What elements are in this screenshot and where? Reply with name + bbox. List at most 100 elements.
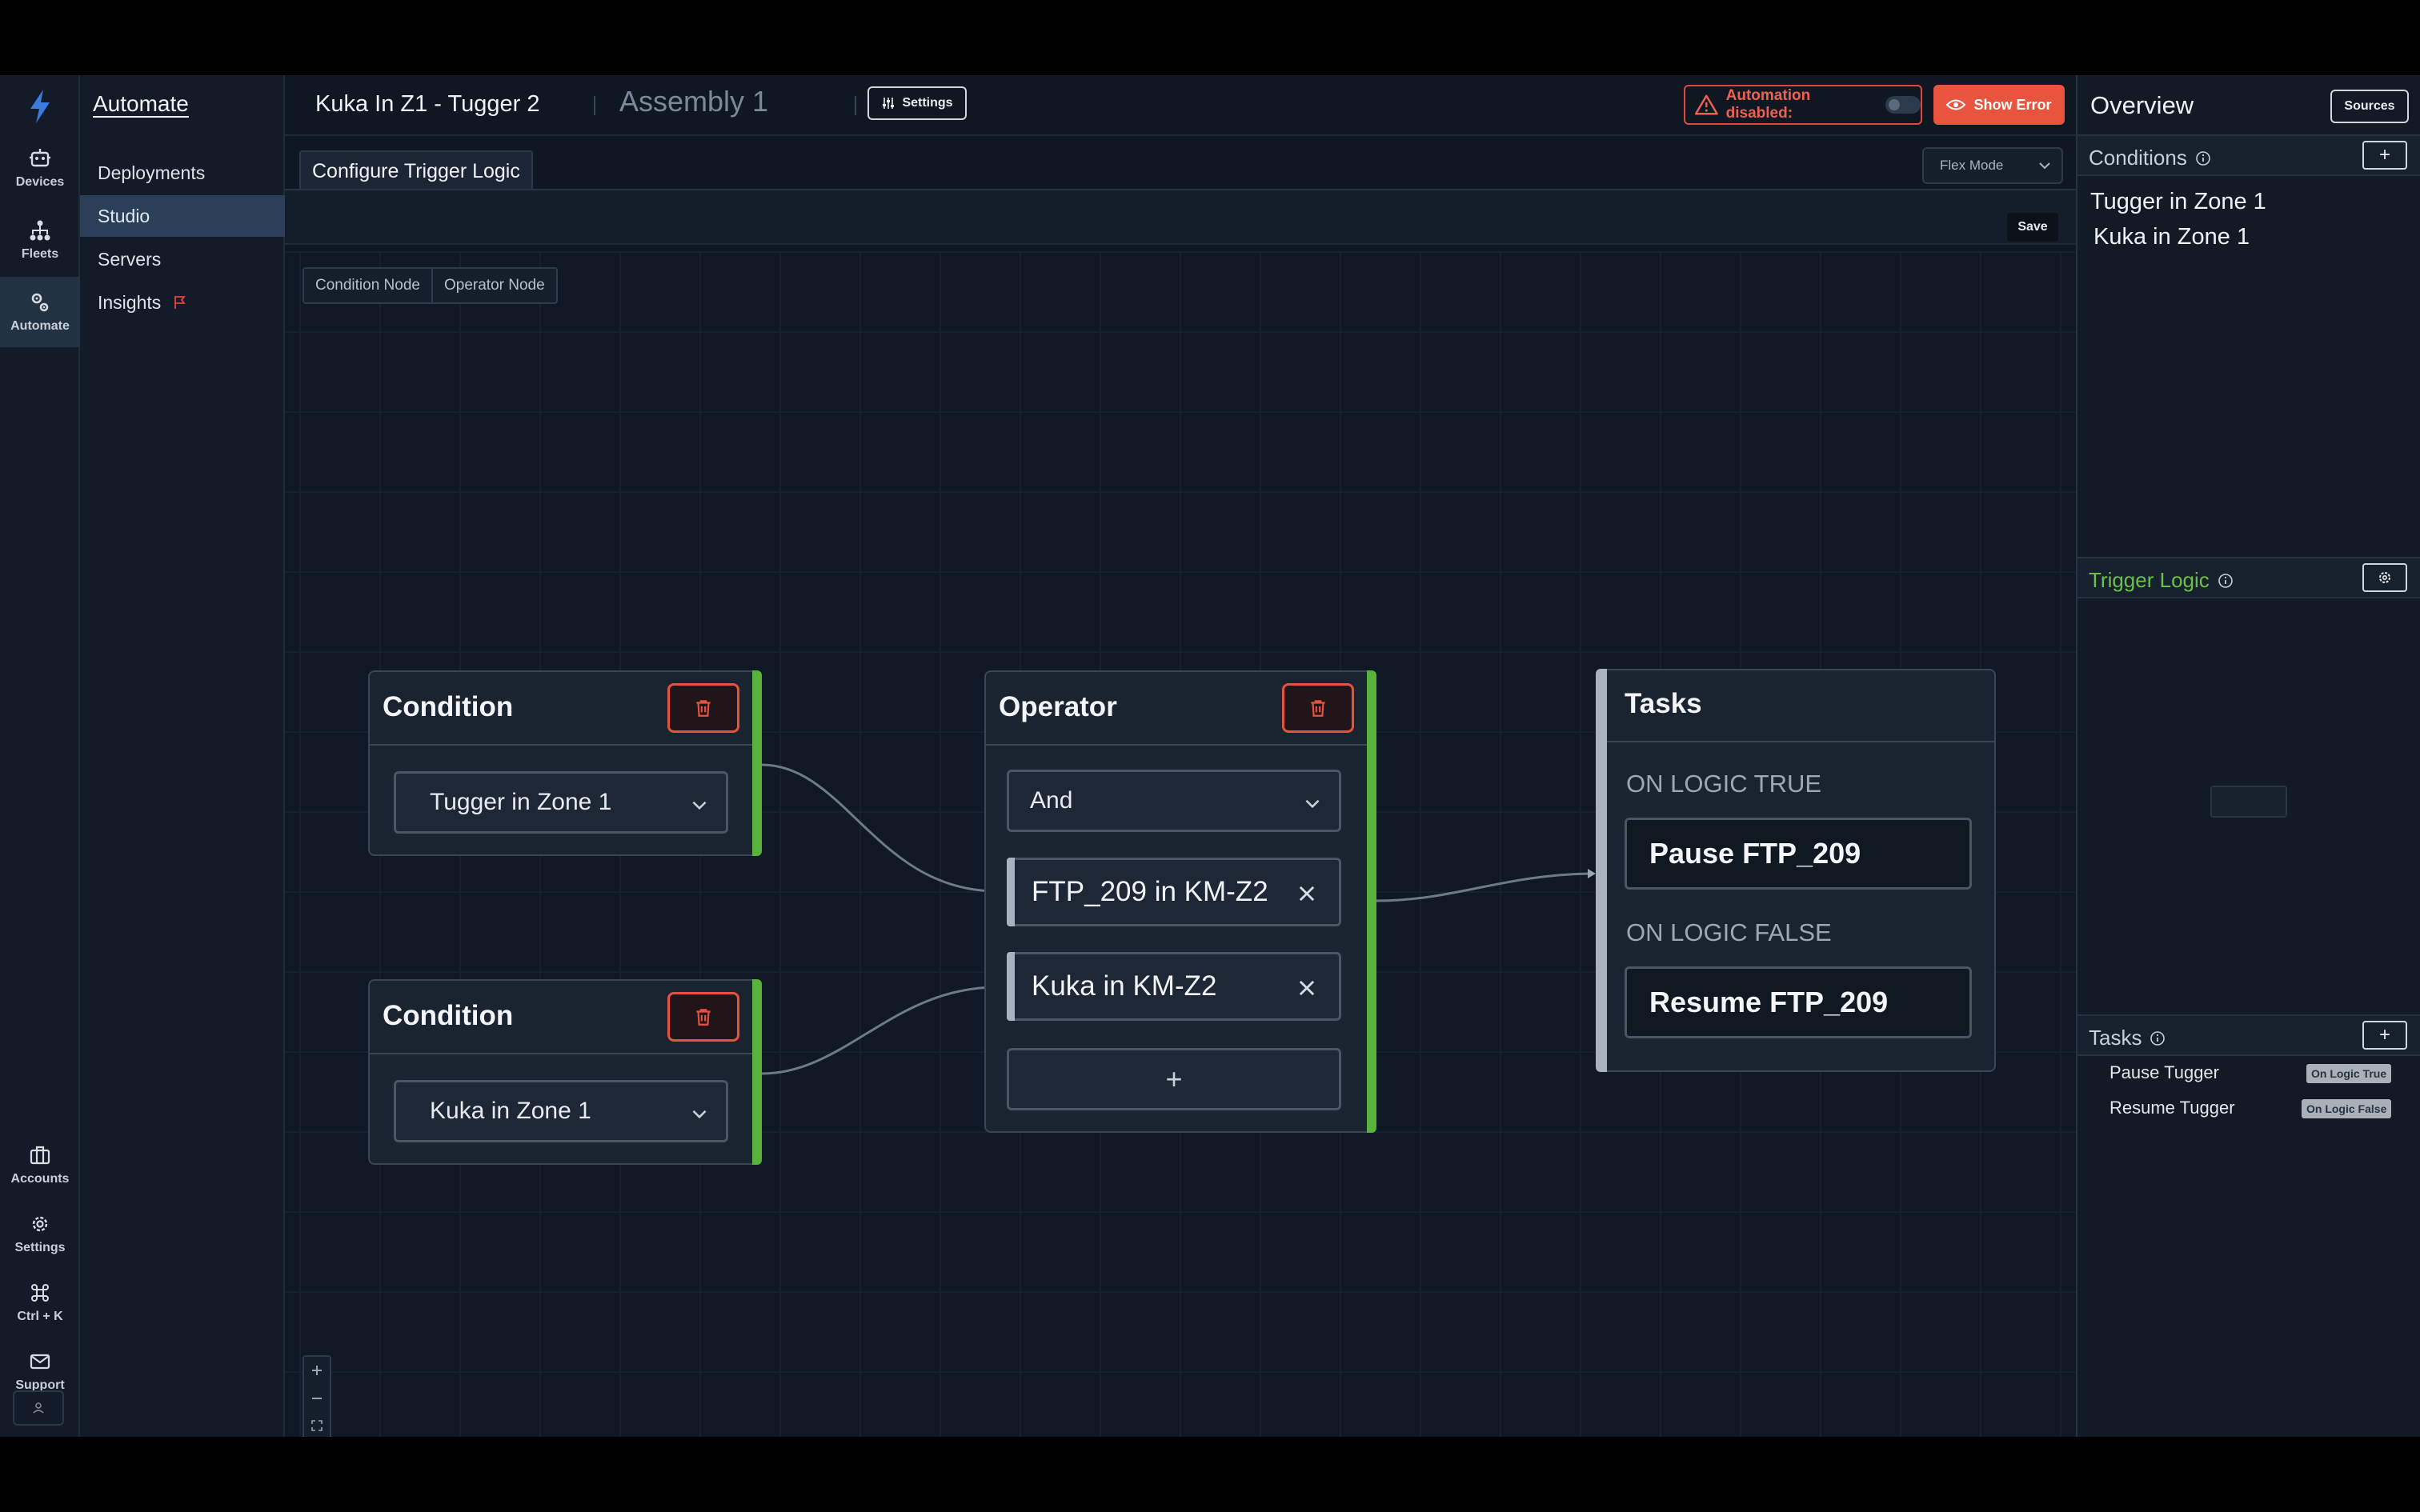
add-operator-input-button[interactable]: +	[1007, 1048, 1341, 1110]
logic-true-label: ON LOGIC TRUE	[1626, 770, 1822, 798]
mode-select-value: Flex Mode	[1940, 158, 2004, 173]
mail-icon	[30, 1354, 50, 1370]
operator-input[interactable]: Kuka in KM-Z2	[1007, 952, 1341, 1021]
automation-disabled-alert: Automation disabled:	[1684, 85, 1922, 125]
flag-icon	[174, 296, 186, 309]
save-button[interactable]: Save	[2007, 213, 2058, 242]
info-icon[interactable]	[2218, 573, 2234, 589]
node-status-bar	[1367, 670, 1376, 1133]
task-trigger-badge: On Logic False	[2302, 1099, 2392, 1118]
settings-button[interactable]: Settings	[867, 86, 967, 120]
user-avatar[interactable]	[13, 1390, 64, 1426]
icon-rail: Devices Fleets Automate Accounts Setting…	[0, 75, 80, 1437]
zoom-in-button[interactable]	[304, 1357, 330, 1384]
nav-item-label: Insights	[98, 291, 162, 313]
node-status-bar	[752, 670, 762, 856]
rail-label-accounts: Accounts	[10, 1172, 70, 1186]
nav-item-insights[interactable]: Insights	[80, 282, 285, 323]
conditions-section-label: Conditions	[2089, 146, 2211, 170]
node-header: Tasks	[1607, 670, 1994, 742]
automation-toggle[interactable]	[1885, 96, 1921, 114]
overview-title: Overview	[2090, 91, 2194, 119]
condition-select-value: Tugger in Zone 1	[430, 789, 612, 815]
delete-node-button[interactable]	[667, 683, 739, 733]
overview-task-item[interactable]: Resume Tugger	[2109, 1098, 2235, 1118]
rail-label-fleets: Fleets	[21, 247, 59, 261]
edge-condition2-operator	[761, 986, 998, 1075]
condition-select[interactable]: Kuka in Zone 1	[394, 1080, 728, 1142]
operator-select-value: And	[1030, 787, 1073, 814]
nav-item-studio[interactable]: Studio	[80, 195, 285, 237]
gear-icon	[2379, 572, 2390, 583]
rail-item-settings[interactable]: Settings	[0, 1198, 80, 1269]
close-icon[interactable]	[1296, 977, 1318, 999]
zoom-out-button[interactable]	[304, 1384, 330, 1411]
tasks-section-label: Tasks	[2089, 1026, 2166, 1050]
briefcase-icon	[30, 1146, 50, 1165]
rail-item-accounts[interactable]: Accounts	[0, 1130, 80, 1200]
rail-item-automate[interactable]: Automate	[0, 277, 80, 347]
header-divider	[594, 96, 595, 115]
mode-select[interactable]: Flex Mode	[1922, 147, 2063, 184]
edge-operator-tasks	[1376, 872, 1590, 902]
trigger-logic-minimap[interactable]	[2210, 786, 2287, 818]
warning-icon	[1695, 94, 1718, 115]
chevron-down-icon	[1305, 799, 1320, 809]
logic-true-task[interactable]: Pause FTP_209	[1625, 818, 1972, 890]
overview-condition-item[interactable]: Tugger in Zone 1	[2090, 189, 2266, 215]
nav-item-label: Servers	[98, 248, 162, 270]
delete-node-button[interactable]	[667, 992, 739, 1042]
node-title: Operator	[999, 691, 1117, 722]
operator-select[interactable]: And	[1007, 770, 1341, 832]
rail-item-fleets[interactable]: Fleets	[0, 205, 80, 275]
trigger-logic-label: Trigger Logic	[2089, 568, 2210, 592]
operator-input[interactable]: FTP_209 in KM-Z2	[1007, 858, 1341, 926]
add-task-button[interactable]: +	[2362, 1021, 2407, 1050]
header-divider	[855, 96, 856, 115]
overview-task-item[interactable]: Pause Tugger	[2109, 1062, 2219, 1083]
edge-arrow	[1588, 869, 1596, 878]
rail-item-command[interactable]: Ctrl + K	[0, 1267, 80, 1338]
nav-item-servers[interactable]: Servers	[80, 238, 285, 280]
nav-item-deployments[interactable]: Deployments	[80, 152, 285, 194]
add-condition-button[interactable]: +	[2362, 141, 2407, 170]
operator-node[interactable]: Operator And FTP_209 in KM-Z2 Kuka in KM…	[984, 670, 1376, 1133]
fit-view-button[interactable]	[304, 1412, 330, 1437]
trash-icon	[696, 700, 711, 717]
tab-configure-trigger-logic[interactable]: Configure Trigger Logic	[299, 150, 533, 190]
fit-view-icon	[311, 1420, 323, 1431]
trigger-logic-settings-button[interactable]	[2362, 563, 2407, 592]
condition-node[interactable]: Condition Tugger in Zone 1	[368, 670, 762, 856]
overview-condition-item[interactable]: Kuka in Zone 1	[2093, 224, 2250, 250]
flow-canvas[interactable]: Condition Node Operator Node Condition T…	[285, 251, 2076, 1437]
tasks-section-header: Tasks +	[2077, 1014, 2420, 1056]
node-title: Condition	[383, 1000, 514, 1031]
rail-label-settings: Settings	[14, 1241, 66, 1254]
show-error-label: Show Error	[1973, 96, 2052, 113]
info-icon[interactable]	[2195, 150, 2211, 166]
trigger-logic-section-label: Trigger Logic	[2089, 568, 2234, 593]
gear-icon	[32, 1216, 48, 1232]
operator-input-label: Kuka in KM-Z2	[1032, 970, 1217, 1002]
condition-select[interactable]: Tugger in Zone 1	[394, 771, 728, 834]
tasks-node[interactable]: Tasks ON LOGIC TRUE Pause FTP_209 ON LOG…	[1596, 669, 1996, 1072]
lightning-logo-icon[interactable]	[24, 88, 56, 125]
eye-icon	[1946, 99, 1966, 110]
delete-node-button[interactable]	[1282, 683, 1354, 733]
logic-false-task[interactable]: Resume FTP_209	[1625, 966, 1972, 1038]
rail-item-devices[interactable]: Devices	[0, 133, 80, 203]
nav-item-label: Deployments	[98, 162, 206, 183]
minus-icon	[312, 1397, 322, 1399]
info-icon[interactable]	[2150, 1030, 2166, 1046]
conditions-section-header: Conditions +	[2077, 134, 2420, 176]
condition-node[interactable]: Condition Kuka in Zone 1	[368, 979, 762, 1165]
nav-panel: Automate Deployments Studio Servers Insi…	[80, 75, 285, 1437]
show-error-button[interactable]: Show Error	[1933, 85, 2065, 125]
close-icon[interactable]	[1296, 882, 1318, 905]
overview-panel: Overview Sources Conditions + Tugger in …	[2076, 75, 2420, 1437]
command-icon	[31, 1284, 49, 1302]
sources-button[interactable]: Sources	[2330, 90, 2409, 123]
app-window: Devices Fleets Automate Accounts Setting…	[0, 75, 2420, 1437]
node-status-bar	[1596, 669, 1607, 1072]
hierarchy-icon	[30, 220, 50, 241]
